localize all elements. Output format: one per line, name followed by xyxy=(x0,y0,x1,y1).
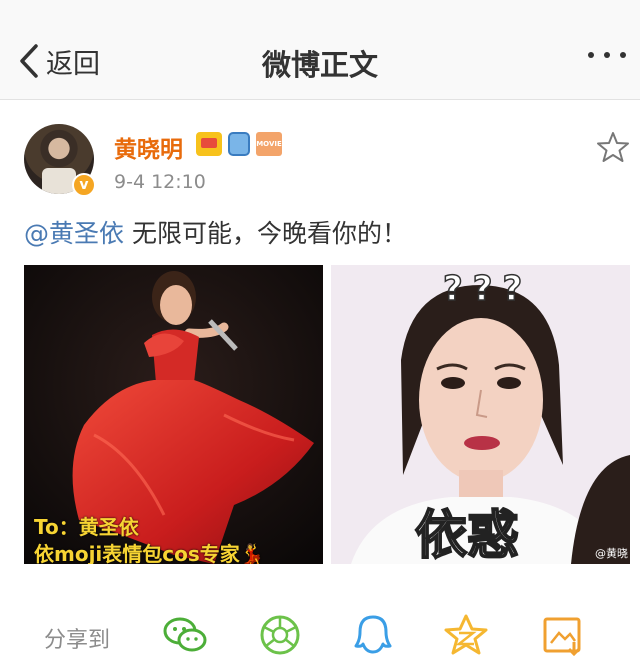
more-dot-icon xyxy=(604,52,610,58)
caption-text: 依moji表情包cos专家 xyxy=(34,542,240,564)
favorite-star-icon[interactable] xyxy=(596,131,630,163)
meme-text: 依惑 xyxy=(414,505,520,564)
qq-icon[interactable] xyxy=(350,614,396,656)
image-caption-line2: 依moji表情包cos专家💃 xyxy=(34,538,265,564)
question-marks: ??? xyxy=(442,268,533,310)
share-label: 分享到 xyxy=(44,628,111,653)
mention-link[interactable]: @黄圣依 xyxy=(24,219,124,248)
username[interactable]: 黄晓明 xyxy=(114,130,183,164)
share-bar: 分享到 xyxy=(0,600,640,665)
dancer-emoji-icon: 💃 xyxy=(239,542,265,564)
crown-icon[interactable] xyxy=(196,132,222,156)
movie-icon[interactable]: MOVIE xyxy=(256,132,282,156)
wechat-icon[interactable] xyxy=(162,614,208,656)
moments-icon[interactable] xyxy=(257,614,303,656)
more-options-button[interactable] xyxy=(588,52,626,58)
post-text: @黄圣依 无限可能，今晚看你的！ xyxy=(24,214,407,250)
post-image-2[interactable]: ??? 依惑 @黄晓 xyxy=(331,265,630,564)
post-image-1[interactable]: To：黄圣依 依moji表情包cos专家💃 xyxy=(24,265,323,564)
more-dot-icon xyxy=(620,52,626,58)
qzone-icon[interactable] xyxy=(443,614,489,656)
post-time: 9-4 12:10 xyxy=(114,171,206,193)
save-icon[interactable] xyxy=(540,614,586,656)
user-badges: MOVIE xyxy=(196,132,282,156)
bag-icon[interactable] xyxy=(228,132,250,156)
post-body: 无限可能，今晚看你的！ xyxy=(124,219,407,248)
verified-badge: v xyxy=(72,173,96,197)
navigation-bar: 返回 微博正文 xyxy=(0,0,640,100)
more-dot-icon xyxy=(588,52,594,58)
image-caption-line1: To：黄圣依 xyxy=(34,515,139,539)
page-title: 微博正文 xyxy=(261,48,378,82)
weibo-watermark: @黄晓 xyxy=(595,547,628,560)
